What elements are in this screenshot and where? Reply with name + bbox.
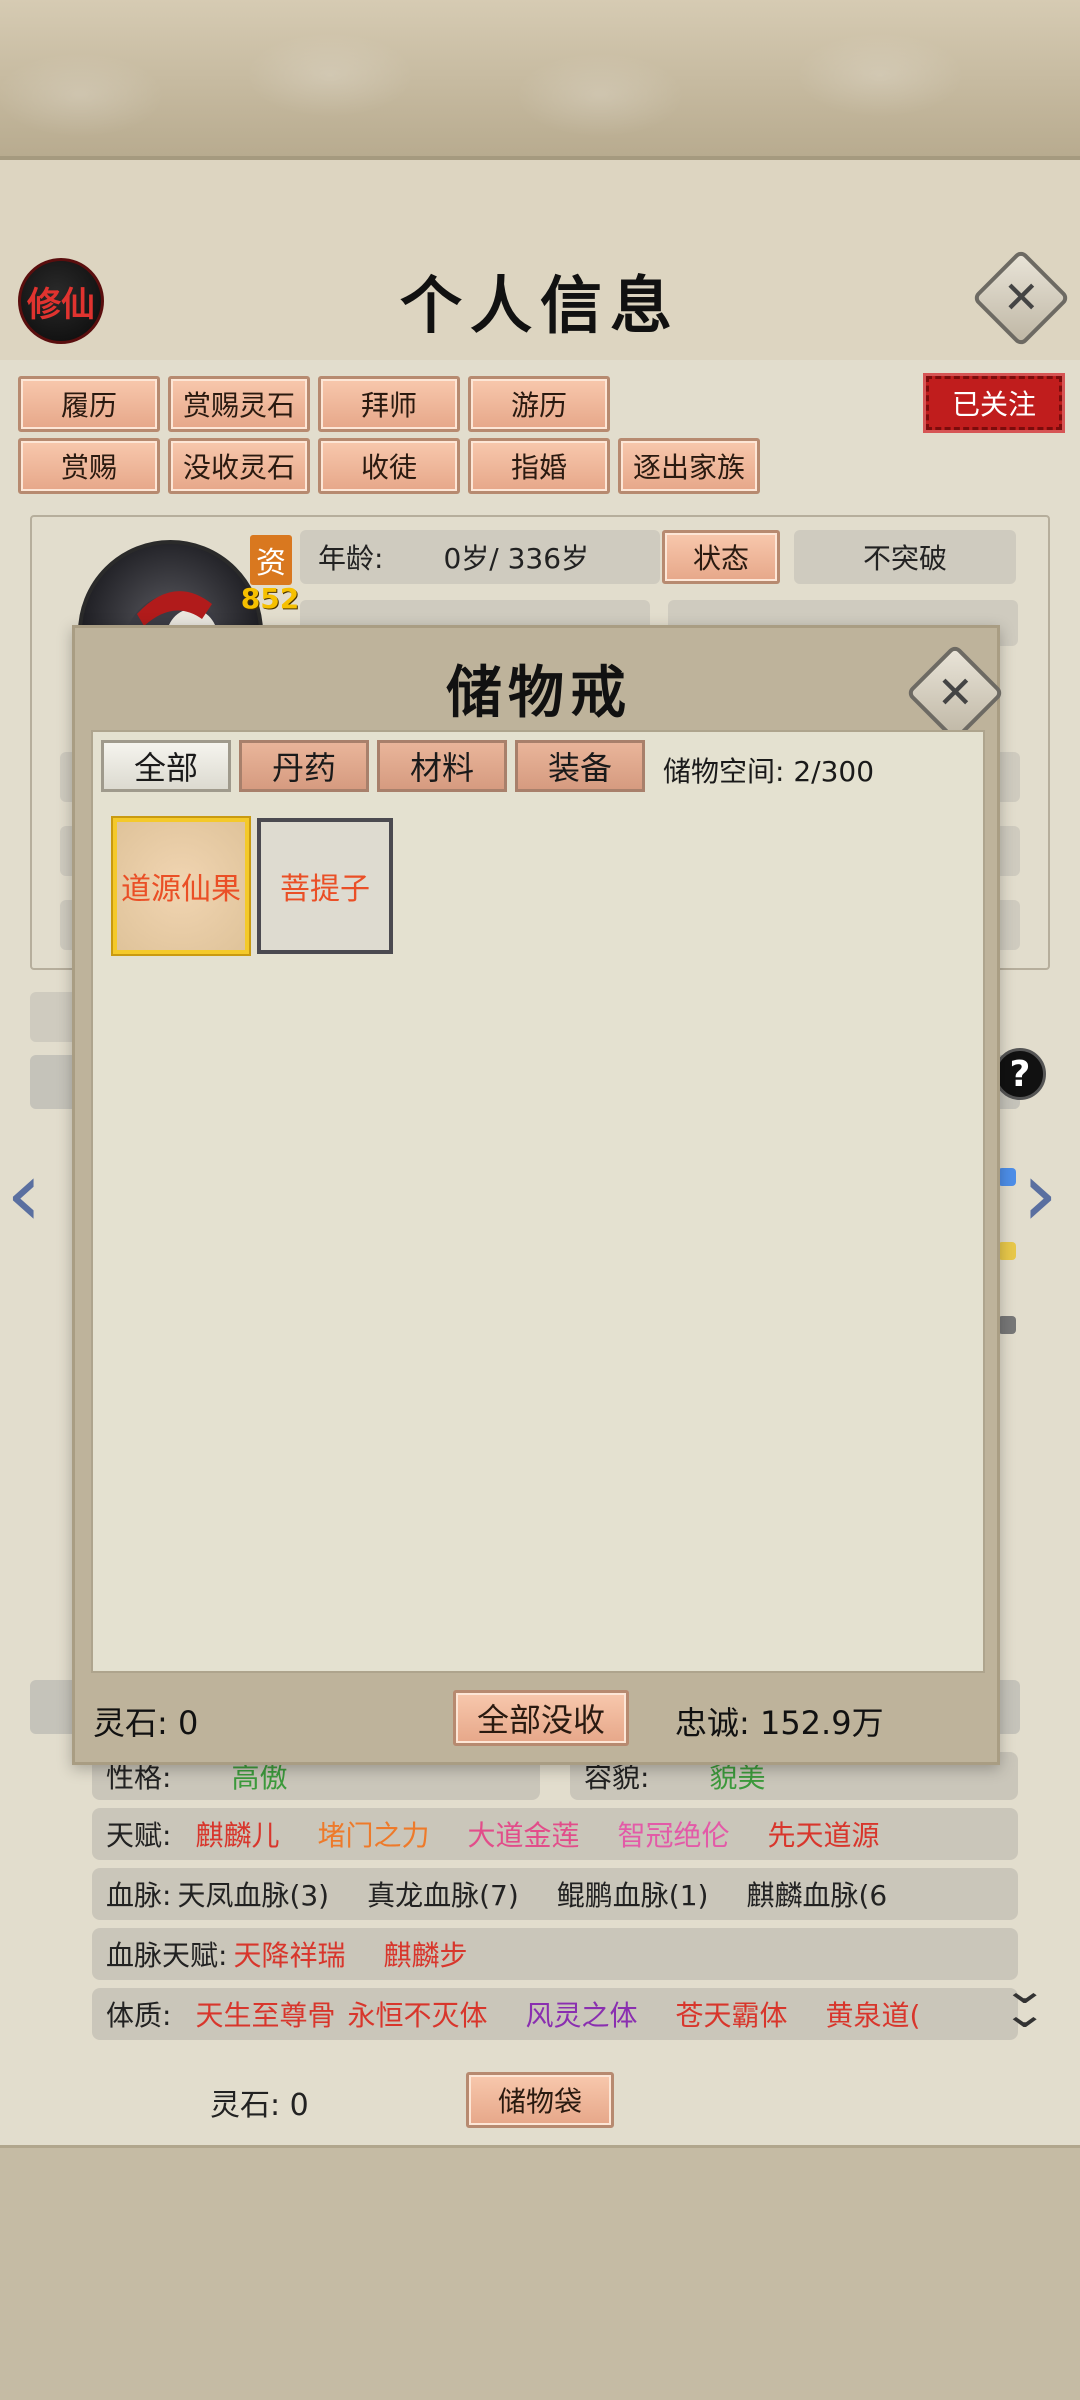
bloodline-item[interactable]: 天凤血脉(3) [177, 1874, 329, 1914]
bloodline-item[interactable]: 鲲鹏血脉(1) [557, 1874, 709, 1914]
talent-row: 天赋: 麒麟儿 堵门之力 大道金莲 智冠绝伦 先天道源 [92, 1808, 1018, 1860]
tab-pills[interactable]: 丹药 [239, 740, 369, 792]
age-label: 年龄: [318, 542, 384, 575]
blue-indicator [998, 1168, 1016, 1186]
confiscate-stones-button[interactable]: 没收灵石 [168, 438, 310, 494]
bloodline-item[interactable]: 真龙血脉(7) [367, 1874, 519, 1914]
bloodline-talent-item[interactable]: 麒麟步 [383, 1934, 467, 1974]
yellow-indicator [998, 1242, 1016, 1260]
reward-button[interactable]: 赏赐 [18, 438, 160, 494]
aptitude-value: 852 [240, 582, 300, 615]
tab-equipment[interactable]: 装备 [515, 740, 645, 792]
storage-grid-panel: 全部 丹药 材料 装备 储物空间: 2/300 道源仙果 菩提子 [91, 730, 985, 1673]
bottom-decoration [0, 2145, 1080, 2400]
loyalty-display: 忠诚: 152.9万 [675, 1704, 884, 1742]
storage-capacity: 储物空间: 2/300 [663, 755, 875, 788]
tab-all[interactable]: 全部 [101, 740, 231, 792]
talent-label: 天赋: [106, 1819, 172, 1852]
talent-item[interactable]: 智冠绝伦 [617, 1814, 729, 1854]
physique-item[interactable]: 永恒不灭体 [347, 1994, 487, 2034]
storage-bag-button[interactable]: 储物袋 [466, 2072, 614, 2128]
stones-value: 0 [289, 2088, 309, 2123]
talent-item[interactable]: 堵门之力 [317, 1814, 429, 1854]
talent-item[interactable]: 麒麟儿 [195, 1814, 279, 1854]
aptitude-badge: 资 [250, 535, 292, 585]
storage-ring-modal: 储物戒 ✕ 全部 丹药 材料 装备 储物空间: 2/300 道源仙果 菩提子 灵… [72, 625, 1005, 1765]
history-button[interactable]: 履历 [18, 376, 160, 432]
top-decoration [0, 0, 1080, 160]
item-slot[interactable]: 菩提子 [257, 818, 393, 954]
stones-label: 灵石: [210, 2088, 281, 2123]
sect-badge[interactable]: 修仙 [18, 258, 104, 344]
tab-materials[interactable]: 材料 [377, 740, 507, 792]
expand-down-icon[interactable]: ⌄ ⌄ [1001, 1970, 1048, 2034]
age-value: 0岁/ 336岁 [443, 542, 590, 575]
state-button[interactable]: 状态 [662, 530, 780, 584]
item-slot[interactable]: 道源仙果 [113, 818, 249, 954]
physique-item[interactable]: 天生至尊骨 [195, 1994, 335, 2034]
breakthrough-select[interactable]: 不突破 [794, 530, 1016, 584]
modal-spirit-stones: 灵石: 0 [93, 1704, 199, 1742]
modal-title: 储物戒 [446, 660, 632, 726]
help-icon[interactable]: ? [994, 1048, 1046, 1100]
bloodline-talent-label: 血脉天赋: [106, 1939, 228, 1972]
talent-item[interactable]: 大道金莲 [467, 1814, 579, 1854]
confiscate-all-button[interactable]: 全部没收 [453, 1690, 629, 1746]
close-icon: ✕ [1002, 272, 1040, 323]
close-icon: ✕ [936, 667, 974, 718]
physique-item[interactable]: 风灵之体 [525, 1994, 637, 2034]
prev-arrow-icon[interactable]: ‹ [6, 1150, 42, 1240]
arrange-marriage-button[interactable]: 指婚 [468, 438, 610, 494]
followed-button[interactable]: 已关注 [926, 376, 1062, 430]
reward-stones-button[interactable]: 赏赐灵石 [168, 376, 310, 432]
age-row: 年龄: 0岁/ 336岁 [300, 530, 660, 584]
gray-indicator [998, 1316, 1016, 1334]
take-disciple-button[interactable]: 收徒 [318, 438, 460, 494]
bloodline-label: 血脉: [106, 1879, 172, 1912]
physique-label: 体质: [106, 1999, 172, 2032]
apprentice-button[interactable]: 拜师 [318, 376, 460, 432]
bloodline-item[interactable]: 麒麟血脉(6 [746, 1874, 887, 1914]
physique-item[interactable]: 黄泉道( [826, 1994, 921, 2034]
spirit-stones-display: 灵石: 0 [210, 2080, 309, 2124]
bloodline-talent-row: 血脉天赋: 天降祥瑞 麒麟步 [92, 1928, 1018, 1980]
travel-button[interactable]: 游历 [468, 376, 610, 432]
bloodline-row: 血脉: 天凤血脉(3) 真龙血脉(7) 鲲鹏血脉(1) 麒麟血脉(6 [92, 1868, 1018, 1920]
physique-item[interactable]: 苍天霸体 [675, 1994, 787, 2034]
talent-item[interactable]: 先天道源 [768, 1814, 880, 1854]
next-arrow-icon[interactable]: › [1022, 1150, 1058, 1240]
bloodline-talent-item[interactable]: 天降祥瑞 [233, 1934, 345, 1974]
expel-button[interactable]: 逐出家族 [618, 438, 760, 494]
physique-row: 体质: 天生至尊骨 永恒不灭体 风灵之体 苍天霸体 黄泉道( [92, 1988, 1018, 2040]
page-title: 个人信息 [399, 269, 680, 342]
